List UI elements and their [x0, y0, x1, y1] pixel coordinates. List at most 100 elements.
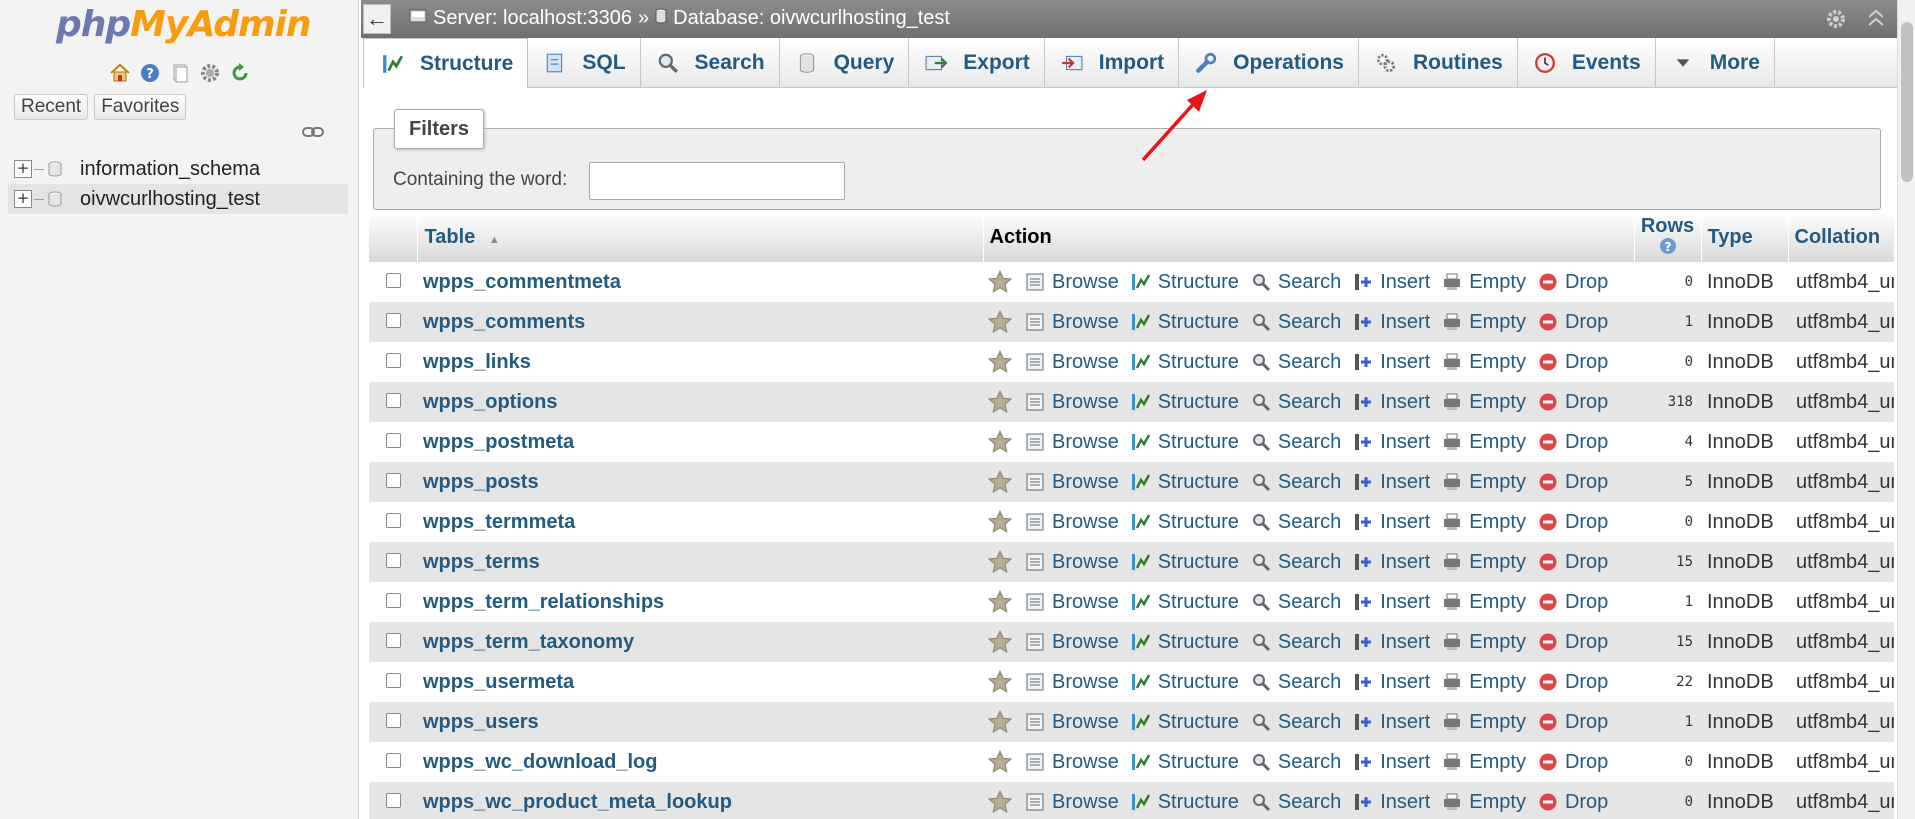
- search-action[interactable]: Search: [1251, 431, 1341, 454]
- table-name[interactable]: wpps_wc_download_log: [417, 742, 983, 782]
- search-action[interactable]: Search: [1251, 511, 1341, 534]
- drop-action[interactable]: Drop: [1538, 271, 1608, 294]
- filter-input[interactable]: [589, 162, 845, 200]
- browse-action[interactable]: Browse: [1025, 391, 1119, 414]
- page-scrollbar[interactable]: [1897, 0, 1915, 819]
- favorite-star-icon[interactable]: [987, 709, 1013, 735]
- empty-action[interactable]: Empty: [1442, 711, 1526, 734]
- favorite-star-icon[interactable]: [987, 749, 1013, 775]
- table-name[interactable]: wpps_posts: [417, 462, 983, 502]
- phpmyadmin-logo[interactable]: phpMyAdmin: [56, 4, 311, 52]
- empty-action[interactable]: Empty: [1442, 271, 1526, 294]
- table-name[interactable]: wpps_wc_product_meta_lookup: [417, 782, 983, 819]
- tab-structure[interactable]: Structure: [363, 38, 529, 89]
- row-checkbox[interactable]: [385, 312, 401, 328]
- structure-action[interactable]: Structure: [1131, 311, 1239, 334]
- browse-action[interactable]: Browse: [1025, 511, 1119, 534]
- browse-action[interactable]: Browse: [1025, 631, 1119, 654]
- settings-icon[interactable]: [198, 61, 222, 85]
- search-action[interactable]: Search: [1251, 311, 1341, 334]
- drop-action[interactable]: Drop: [1538, 631, 1608, 654]
- link-with-main-panel-icon[interactable]: [300, 124, 326, 140]
- table-name[interactable]: wpps_links: [417, 342, 983, 382]
- database-tree-item[interactable]: + oivwcurlhosting_test: [8, 184, 348, 214]
- search-action[interactable]: Search: [1251, 551, 1341, 574]
- browse-action[interactable]: Browse: [1025, 791, 1119, 814]
- structure-action[interactable]: Structure: [1131, 431, 1239, 454]
- tab-more[interactable]: More: [1656, 38, 1775, 88]
- search-action[interactable]: Search: [1251, 271, 1341, 294]
- browse-action[interactable]: Browse: [1025, 551, 1119, 574]
- browse-action[interactable]: Browse: [1025, 271, 1119, 294]
- structure-action[interactable]: Structure: [1131, 271, 1239, 294]
- search-action[interactable]: Search: [1251, 671, 1341, 694]
- empty-action[interactable]: Empty: [1442, 791, 1526, 814]
- search-action[interactable]: Search: [1251, 791, 1341, 814]
- docs-icon[interactable]: [168, 61, 192, 85]
- breadcrumb-server[interactable]: Server: localhost:3306: [433, 7, 632, 30]
- structure-action[interactable]: Structure: [1131, 391, 1239, 414]
- structure-action[interactable]: Structure: [1131, 551, 1239, 574]
- drop-action[interactable]: Drop: [1538, 431, 1608, 454]
- tab-events[interactable]: Events: [1518, 38, 1656, 88]
- header-table[interactable]: Table ▲: [417, 212, 984, 262]
- table-name[interactable]: wpps_term_relationships: [417, 582, 983, 622]
- search-action[interactable]: Search: [1251, 471, 1341, 494]
- structure-action[interactable]: Structure: [1131, 711, 1239, 734]
- empty-action[interactable]: Empty: [1442, 391, 1526, 414]
- collapse-icon[interactable]: [1867, 8, 1885, 36]
- browse-action[interactable]: Browse: [1025, 711, 1119, 734]
- insert-action[interactable]: Insert: [1353, 271, 1430, 294]
- expand-icon[interactable]: +: [14, 160, 32, 178]
- settings-icon[interactable]: [1825, 8, 1847, 36]
- browse-action[interactable]: Browse: [1025, 671, 1119, 694]
- row-checkbox[interactable]: [385, 352, 401, 368]
- scroll-thumb[interactable]: [1901, 22, 1913, 182]
- browse-action[interactable]: Browse: [1025, 351, 1119, 374]
- structure-action[interactable]: Structure: [1131, 351, 1239, 374]
- row-checkbox[interactable]: [385, 472, 401, 488]
- browse-action[interactable]: Browse: [1025, 471, 1119, 494]
- search-action[interactable]: Search: [1251, 711, 1341, 734]
- browse-action[interactable]: Browse: [1025, 591, 1119, 614]
- drop-action[interactable]: Drop: [1538, 671, 1608, 694]
- table-name[interactable]: wpps_options: [417, 382, 983, 422]
- structure-action[interactable]: Structure: [1131, 471, 1239, 494]
- drop-action[interactable]: Drop: [1538, 511, 1608, 534]
- home-icon[interactable]: [108, 61, 132, 85]
- structure-action[interactable]: Structure: [1131, 671, 1239, 694]
- table-name[interactable]: wpps_usermeta: [417, 662, 983, 702]
- database-tree-item[interactable]: + information_schema: [8, 154, 348, 184]
- empty-action[interactable]: Empty: [1442, 351, 1526, 374]
- search-action[interactable]: Search: [1251, 351, 1341, 374]
- search-action[interactable]: Search: [1251, 391, 1341, 414]
- empty-action[interactable]: Empty: [1442, 591, 1526, 614]
- structure-action[interactable]: Structure: [1131, 631, 1239, 654]
- insert-action[interactable]: Insert: [1353, 511, 1430, 534]
- favorite-star-icon[interactable]: [987, 589, 1013, 615]
- insert-action[interactable]: Insert: [1353, 471, 1430, 494]
- structure-action[interactable]: Structure: [1131, 511, 1239, 534]
- empty-action[interactable]: Empty: [1442, 551, 1526, 574]
- search-action[interactable]: Search: [1251, 751, 1341, 774]
- favorite-star-icon[interactable]: [987, 669, 1013, 695]
- empty-action[interactable]: Empty: [1442, 471, 1526, 494]
- structure-action[interactable]: Structure: [1131, 751, 1239, 774]
- database-name[interactable]: oivwcurlhosting_test: [80, 188, 260, 211]
- row-checkbox[interactable]: [385, 712, 401, 728]
- insert-action[interactable]: Insert: [1353, 711, 1430, 734]
- drop-action[interactable]: Drop: [1538, 311, 1608, 334]
- table-name[interactable]: wpps_users: [417, 702, 983, 742]
- tab-routines[interactable]: Routines: [1359, 38, 1518, 88]
- table-name[interactable]: wpps_comments: [417, 302, 983, 342]
- help-icon[interactable]: ?: [138, 61, 162, 85]
- tab-query[interactable]: Query: [780, 38, 910, 88]
- table-name[interactable]: wpps_terms: [417, 542, 983, 582]
- favorite-star-icon[interactable]: [987, 429, 1013, 455]
- row-checkbox[interactable]: [385, 512, 401, 528]
- tab-export[interactable]: Export: [909, 38, 1045, 88]
- row-checkbox[interactable]: [385, 392, 401, 408]
- favorite-star-icon[interactable]: [987, 629, 1013, 655]
- row-checkbox[interactable]: [385, 632, 401, 648]
- header-collation[interactable]: Collation: [1788, 212, 1894, 262]
